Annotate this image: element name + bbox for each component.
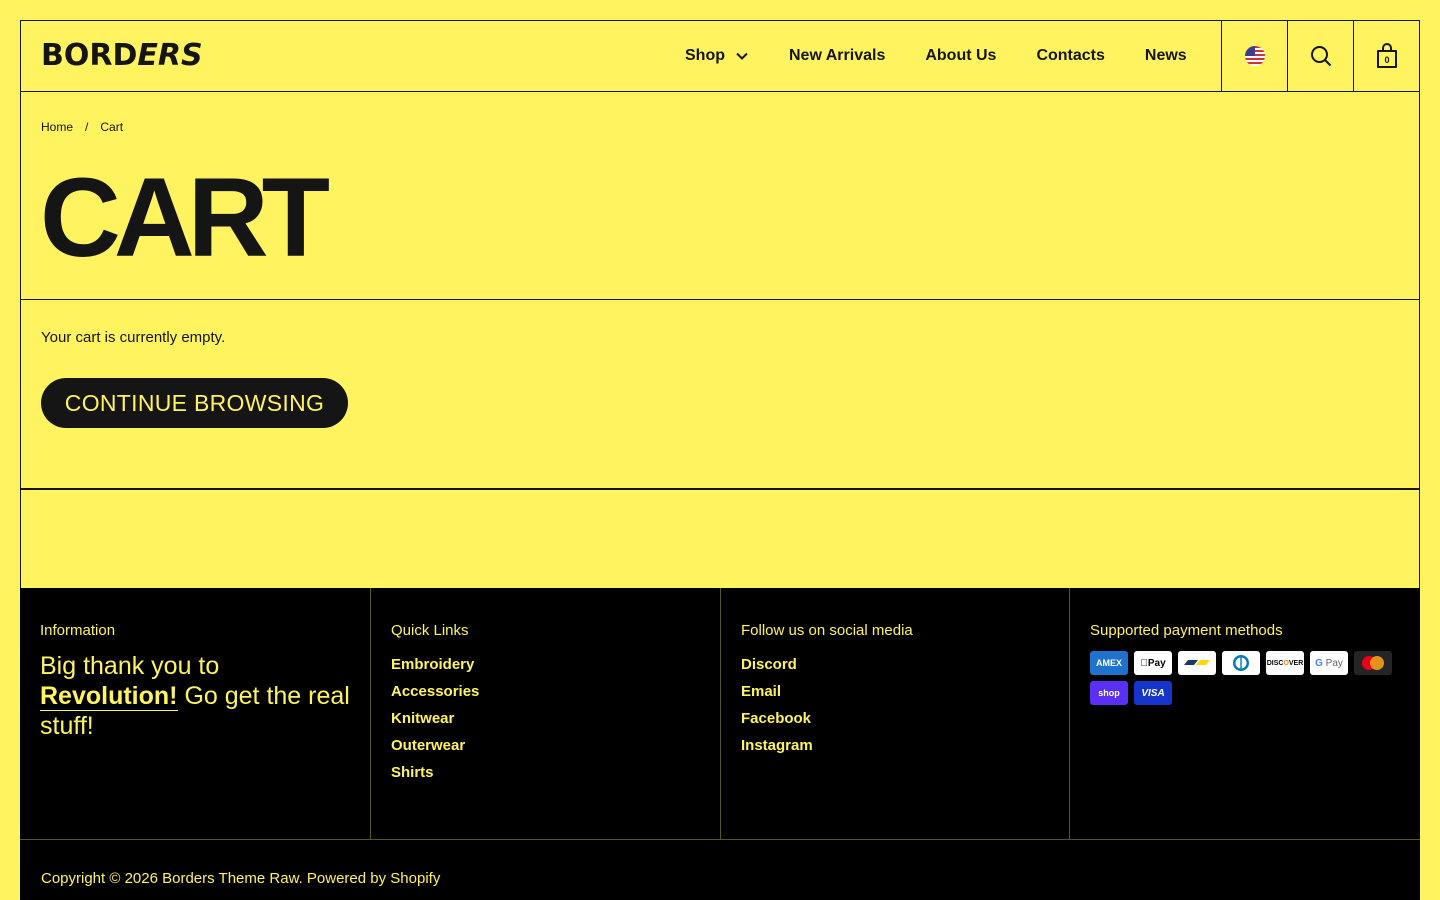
main-nav: Shop New Arrivals About Us Contacts News xyxy=(685,21,1187,91)
social-link-email[interactable]: Email xyxy=(741,678,1049,705)
breadcrumb-home[interactable]: Home xyxy=(41,120,73,134)
footer-link-outerwear[interactable]: Outerwear xyxy=(391,732,700,759)
shopping-bag-icon: 0 xyxy=(1376,43,1397,68)
nav-new-arrivals[interactable]: New Arrivals xyxy=(789,47,885,65)
locale-selector[interactable] xyxy=(1221,21,1287,91)
discover-icon: DISC O VER xyxy=(1266,651,1304,675)
footer-payments: Supported payment methods AMEX Pay DISC… xyxy=(1069,588,1420,839)
breadcrumb-current: Cart xyxy=(100,120,124,134)
footer-information: Information Big thank you to Revolution!… xyxy=(20,588,370,839)
footer-link-knitwear[interactable]: Knitwear xyxy=(391,705,700,732)
footer-link-embroidery[interactable]: Embroidery xyxy=(391,651,700,678)
diners-club-icon xyxy=(1222,651,1260,675)
footer-info-text: Big thank you to Revolution! Go get the … xyxy=(40,651,350,741)
nav-news[interactable]: News xyxy=(1145,47,1187,65)
search-button[interactable] xyxy=(1287,21,1353,91)
section-divider xyxy=(20,299,1420,300)
continue-browsing-button[interactable]: CONTINUE BROWSING xyxy=(41,378,348,428)
nav-about-us[interactable]: About Us xyxy=(925,47,996,65)
breadcrumb-separator: / xyxy=(85,120,89,134)
revolution-link[interactable]: Revolution! xyxy=(40,682,178,711)
footer-quick-links: Quick Links Embroidery Accessories Knitw… xyxy=(370,588,720,839)
nav-shop[interactable]: Shop xyxy=(685,47,749,65)
site-header: BORDERS Shop New Arrivals About Us Conta… xyxy=(20,20,1420,92)
nav-contacts[interactable]: Contacts xyxy=(1036,47,1104,65)
footer-heading: Follow us on social media xyxy=(741,622,913,639)
info-text-line: Big thank you to xyxy=(40,652,220,680)
social-link-instagram[interactable]: Instagram xyxy=(741,732,1049,759)
footer-heading: Quick Links xyxy=(391,622,469,639)
site-footer: Information Big thank you to Revolution!… xyxy=(20,588,1420,900)
us-flag-icon xyxy=(1244,46,1265,66)
nav-shop-label: Shop xyxy=(685,47,725,64)
cart-button[interactable]: 0 xyxy=(1353,21,1419,91)
apple-pay-icon: Pay xyxy=(1134,651,1172,675)
cart-count: 0 xyxy=(1384,55,1389,65)
footer-divider xyxy=(20,839,1420,840)
footer-link-shirts[interactable]: Shirts xyxy=(391,759,700,786)
chevron-down-icon xyxy=(736,52,748,60)
cart-empty-message: Your cart is currently empty. xyxy=(41,329,226,346)
site-logo[interactable]: BORDERS xyxy=(41,37,203,75)
bancontact-icon xyxy=(1178,651,1216,675)
search-icon xyxy=(1310,46,1331,67)
social-link-facebook[interactable]: Facebook xyxy=(741,705,1049,732)
footer-social: Follow us on social media Discord Email … xyxy=(720,588,1069,839)
footer-link-accessories[interactable]: Accessories xyxy=(391,678,700,705)
mastercard-icon xyxy=(1354,651,1392,675)
page-title: CART xyxy=(40,155,330,280)
footer-heading: Information xyxy=(40,622,116,639)
section-divider xyxy=(20,488,1420,490)
google-pay-icon: G Pay xyxy=(1310,651,1348,675)
copyright-text: Copyright © 2026 Borders Theme Raw. Powe… xyxy=(41,870,441,887)
visa-icon: VISA xyxy=(1134,681,1172,705)
footer-heading: Supported payment methods xyxy=(1090,622,1283,639)
payment-icons: AMEX Pay DISCOVER G Pay shop VISA xyxy=(1090,651,1400,705)
social-link-discord[interactable]: Discord xyxy=(741,651,1049,678)
shop-pay-icon: shop xyxy=(1090,681,1128,705)
amex-icon: AMEX xyxy=(1090,651,1128,675)
breadcrumb: Home / Cart xyxy=(41,120,123,134)
